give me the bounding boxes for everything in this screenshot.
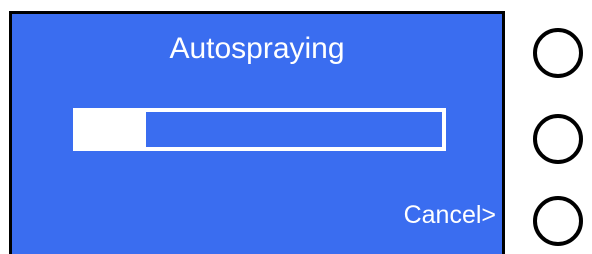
lcd-screen: Autospraying Cancel> (9, 11, 505, 254)
progress-fill (77, 112, 147, 147)
progress-bar (73, 108, 446, 151)
device-panel: Autospraying Cancel> (0, 0, 592, 254)
top-softkey-button[interactable] (533, 28, 583, 78)
screen-title: Autospraying (169, 32, 345, 65)
cancel-softkey-button[interactable] (533, 196, 583, 246)
cancel-softkey-label: Cancel> (403, 201, 496, 229)
middle-softkey-button[interactable] (533, 114, 583, 164)
